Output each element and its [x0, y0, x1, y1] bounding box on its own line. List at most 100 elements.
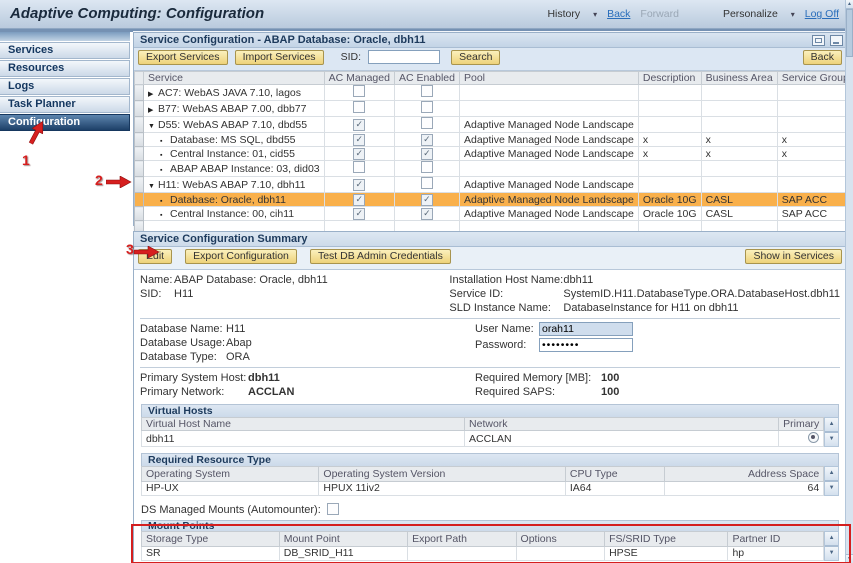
expand-icon[interactable]: ▼: [148, 183, 158, 190]
service-table-row[interactable]: ▪Database: MS SQL, dbd55✓✓Adaptive Manag…: [135, 133, 853, 147]
scroll-up-icon[interactable]: ▲: [825, 467, 838, 481]
ac-enabled-cell: [394, 161, 459, 177]
export-path-cell: [408, 546, 516, 561]
ac-managed-checkbox[interactable]: [353, 101, 365, 113]
sidebar-item-task-planner[interactable]: Task Planner: [0, 96, 130, 113]
ds-managed-mounts-checkbox[interactable]: [327, 503, 339, 515]
row-selector[interactable]: [135, 161, 144, 177]
service-table-row[interactable]: ▶AC7: WebAS JAVA 7.10, lagos: [135, 85, 853, 101]
search-button[interactable]: Search: [451, 50, 500, 65]
scrollbar-thumb[interactable]: [846, 9, 853, 57]
sidebar-item-services[interactable]: Services: [0, 42, 130, 59]
ac-enabled-cell: [394, 85, 459, 101]
row-selector[interactable]: [135, 147, 144, 161]
ac-managed-checkbox[interactable]: ✓: [353, 194, 365, 206]
virtual-host-row[interactable]: dbh11ACCLAN: [142, 431, 824, 447]
scroll-up-icon[interactable]: ▲: [825, 418, 838, 432]
restore-icon[interactable]: [812, 35, 825, 46]
ac-enabled-checkbox[interactable]: ✓: [421, 208, 433, 220]
mount-point-row[interactable]: SRDB_SRID_H11HPSEhp: [142, 546, 824, 561]
description-cell: [638, 161, 701, 177]
service-name: Database: MS SQL, dbd55: [170, 134, 296, 146]
ac-enabled-cell: ✓: [394, 207, 459, 221]
export-configuration-button[interactable]: Export Configuration: [185, 249, 297, 264]
column-header: Service: [144, 72, 325, 85]
service-table-row[interactable]: ▼D55: WebAS ABAP 7.10, dbd55✓Adaptive Ma…: [135, 117, 853, 133]
export-services-button[interactable]: Export Services: [138, 50, 228, 65]
collapse-icon[interactable]: ▶: [148, 106, 158, 114]
sidebar-item-configuration[interactable]: Configuration: [0, 114, 130, 131]
expand-icon[interactable]: ▼: [148, 123, 158, 130]
scroll-down-icon[interactable]: ▼: [825, 481, 838, 495]
row-selector[interactable]: [135, 85, 144, 101]
ac-managed-cell: ✓: [324, 193, 394, 207]
primary-radio[interactable]: [808, 432, 819, 443]
ac-managed-cell: ✓: [324, 177, 394, 193]
minimize-icon[interactable]: [830, 35, 843, 46]
row-selector[interactable]: [135, 207, 144, 221]
service-table-row[interactable]: ▪Database: Oracle, dbh11✓✓Adaptive Manag…: [135, 193, 853, 207]
ac-managed-checkbox[interactable]: [353, 85, 365, 97]
resource-type-header-row: Operating SystemOperating System Version…: [142, 467, 824, 482]
ac-managed-cell: ✓: [324, 147, 394, 161]
bullet-icon: ▪: [160, 167, 170, 174]
description-cell: Oracle 10G: [638, 193, 701, 207]
history-menu[interactable]: History ▾: [537, 8, 597, 20]
show-in-services-button[interactable]: Show in Services: [745, 249, 842, 264]
ac-enabled-checkbox[interactable]: [421, 161, 433, 173]
sidebar-item-logs[interactable]: Logs: [0, 78, 130, 95]
sidebar-item-resources[interactable]: Resources: [0, 60, 130, 77]
ac-enabled-checkbox[interactable]: [421, 177, 433, 189]
business-area-cell: [701, 117, 777, 133]
resource-type-row[interactable]: HP-UXHPUX 11iv2IA6464: [142, 481, 824, 496]
chevron-down-icon: ▾: [791, 10, 795, 19]
collapse-icon[interactable]: ▶: [148, 90, 158, 98]
virtual-hosts-scrollbar[interactable]: ▲ ▼: [824, 417, 839, 447]
page: Adaptive Computing: Configuration Histor…: [0, 0, 853, 563]
test-db-credentials-button[interactable]: Test DB Admin Credentials: [310, 249, 451, 264]
service-table-row[interactable]: ▪ABAP ABAP Instance: 03, did03: [135, 161, 853, 177]
service-table-row[interactable]: ▼H11: WebAS ABAP 7.10, dbh11✓Adaptive Ma…: [135, 177, 853, 193]
service-table-row[interactable]: ▶B77: WebAS ABAP 7.00, dbb77: [135, 101, 853, 117]
ac-enabled-checkbox[interactable]: [421, 117, 433, 129]
ac-managed-checkbox[interactable]: ✓: [353, 179, 365, 191]
row-selector[interactable]: [135, 101, 144, 117]
password-input[interactable]: [539, 338, 633, 352]
back-link[interactable]: Back: [607, 8, 630, 20]
ac-managed-checkbox[interactable]: ✓: [353, 134, 365, 146]
ac-enabled-checkbox[interactable]: ✓: [421, 194, 433, 206]
resource-type-title: Required Resource Type: [141, 453, 839, 466]
primary-block: Primary System Host:dbh11 Primary Networ…: [140, 371, 840, 399]
ac-enabled-checkbox[interactable]: [421, 85, 433, 97]
ac-enabled-checkbox[interactable]: ✓: [421, 148, 433, 160]
service-table-row[interactable]: ▪Central Instance: 01, cid55✓✓Adaptive M…: [135, 147, 853, 161]
scroll-down-icon[interactable]: ▼: [825, 432, 838, 446]
row-selector[interactable]: [135, 177, 144, 193]
scroll-down-icon[interactable]: ▼: [846, 554, 853, 563]
sid-input[interactable]: [368, 50, 440, 64]
back-button[interactable]: Back: [803, 50, 842, 65]
ac-managed-checkbox[interactable]: ✓: [353, 208, 365, 220]
resource-type-scrollbar[interactable]: ▲ ▼: [824, 466, 839, 496]
logoff-link[interactable]: Log Off: [805, 8, 839, 20]
import-services-button[interactable]: Import Services: [235, 50, 324, 65]
mount-points-scrollbar[interactable]: ▲ ▼: [824, 531, 839, 561]
service-cell: ▪Central Instance: 00, cih11: [144, 207, 325, 221]
personalize-menu[interactable]: Personalize ▾: [713, 8, 795, 20]
page-header: Adaptive Computing: Configuration Histor…: [0, 0, 853, 29]
page-scrollbar[interactable]: ▲ ▼: [845, 0, 853, 563]
row-selector[interactable]: [135, 193, 144, 207]
row-selector[interactable]: [135, 133, 144, 147]
service-table-row[interactable]: ▪Central Instance: 00, cih11✓✓Adaptive M…: [135, 207, 853, 221]
scroll-up-icon[interactable]: ▲: [825, 532, 838, 546]
user-name-input[interactable]: [539, 322, 633, 336]
scroll-up-icon[interactable]: ▲: [846, 0, 853, 9]
row-selector[interactable]: [135, 117, 144, 133]
ac-enabled-checkbox[interactable]: [421, 101, 433, 113]
ac-enabled-checkbox[interactable]: ✓: [421, 134, 433, 146]
ac-managed-checkbox[interactable]: [353, 161, 365, 173]
scroll-down-icon[interactable]: ▼: [825, 546, 838, 560]
primary-network-label: Primary Network:: [140, 385, 248, 399]
ac-managed-checkbox[interactable]: ✓: [353, 119, 365, 131]
ac-managed-checkbox[interactable]: ✓: [353, 148, 365, 160]
